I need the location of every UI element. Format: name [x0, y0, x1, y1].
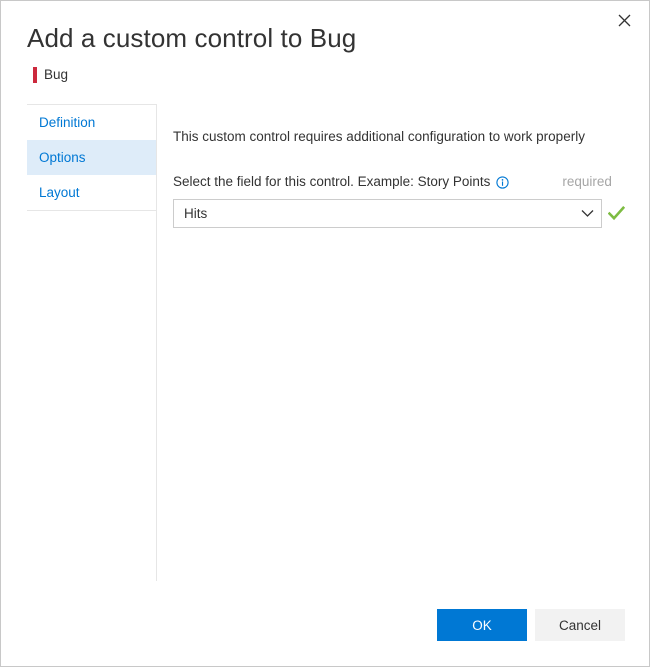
sidebar-item-label: Options: [39, 150, 86, 165]
sidebar-item-options[interactable]: Options: [27, 140, 156, 175]
field-label: Select the field for this control. Examp…: [173, 174, 491, 189]
sidebar-list: Definition Options Layout: [27, 105, 156, 211]
work-item-type-color-bar: [33, 67, 37, 83]
field-combo-row: Hits: [173, 199, 625, 228]
check-icon: [608, 205, 625, 222]
work-item-type-badge: Bug: [33, 65, 649, 85]
field-selector-block: Select the field for this control. Examp…: [173, 173, 625, 228]
info-icon[interactable]: [496, 175, 510, 189]
required-tag: required: [562, 174, 612, 189]
add-custom-control-dialog: Add a custom control to Bug Bug Definiti…: [0, 0, 650, 667]
content-intro-text: This custom control requires additional …: [173, 129, 585, 144]
field-select-value: Hits: [184, 206, 208, 221]
field-select[interactable]: Hits: [173, 199, 602, 228]
sidebar-item-layout[interactable]: Layout: [27, 175, 156, 210]
ok-button[interactable]: OK: [437, 609, 527, 641]
cancel-button[interactable]: Cancel: [535, 609, 625, 641]
vertical-divider: [156, 104, 157, 581]
dialog-body: Definition Options Layout This custom co…: [1, 104, 649, 581]
dialog-header: Add a custom control to Bug Bug: [1, 1, 649, 85]
close-button[interactable]: [609, 7, 639, 33]
dialog-footer: OK Cancel: [1, 584, 649, 666]
content-panel: This custom control requires additional …: [173, 104, 625, 228]
sidebar-item-label: Layout: [39, 185, 80, 200]
work-item-type-label: Bug: [44, 67, 69, 82]
chevron-down-icon[interactable]: [573, 200, 601, 227]
sidebar: Definition Options Layout: [27, 104, 156, 211]
sidebar-item-definition[interactable]: Definition: [27, 105, 156, 140]
field-label-row: Select the field for this control. Examp…: [173, 173, 625, 191]
page-title: Add a custom control to Bug: [27, 23, 357, 53]
sidebar-item-label: Definition: [39, 115, 96, 130]
close-icon: [618, 14, 631, 27]
